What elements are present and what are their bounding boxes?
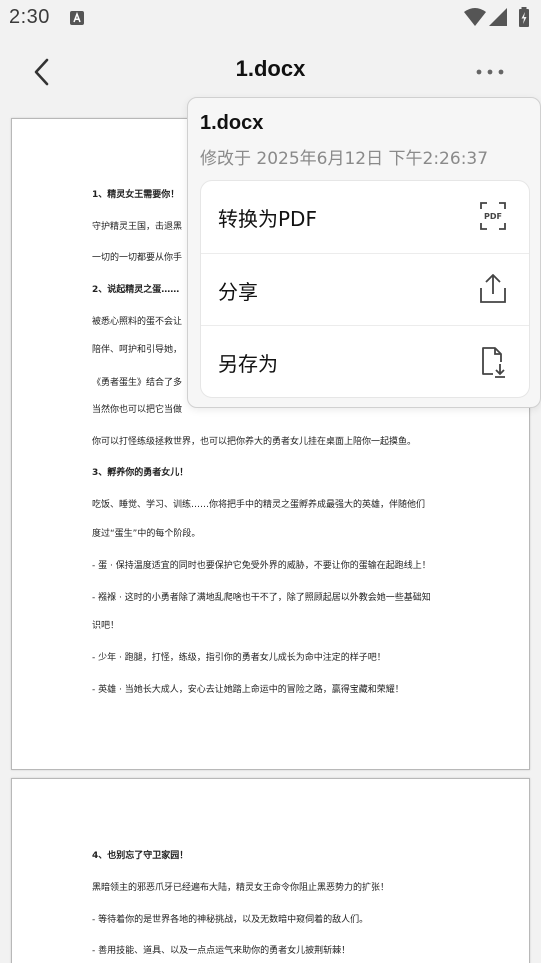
save-as-item[interactable]: 另存为 (201, 325, 529, 397)
menu-item-label: 转换为PDF (218, 207, 317, 231)
doc-heading: 2、说起精灵之蛋…… (92, 285, 180, 295)
doc-heading: 4、也别忘了守卫家园！ (92, 851, 189, 861)
doc-line: 陪伴、呵护和引导她， (92, 345, 183, 355)
document-page-2: 4、也别忘了守卫家园！ 黑暗领主的邪恶爪牙已经遍布大陆，精灵女王命令你阻止黑恶势… (11, 778, 530, 963)
doc-line: 黑暗领主的邪恶爪牙已经遍布大陆，精灵女王命令你阻止黑恶势力的扩张！ (92, 883, 390, 893)
doc-line: 当然你也可以把它当做 (92, 405, 183, 415)
signal-icon (488, 7, 508, 31)
pdf-convert-icon: PDF (477, 199, 509, 237)
menu-actions-card: 转换为PDF PDF 分享 另存为 (200, 180, 530, 398)
menu-file-name: 1.docx (200, 112, 264, 134)
doc-line: 识吧！ (92, 621, 120, 631)
status-bar: 2:30 (0, 0, 541, 36)
doc-line: 守护精灵王国，击退黑 (92, 222, 183, 232)
share-upload-icon (477, 272, 509, 310)
menu-item-label: 分享 (218, 280, 258, 304)
doc-line: - 等待着你的是世界各地的神秘挑战，以及无数暗中窥伺着的敌人们。 (92, 915, 369, 925)
doc-line: 《勇者蛋生》结合了多 (92, 378, 183, 388)
doc-line: - 襁褓 · 这时的小勇者除了满地乱爬啥也干不了，除了照顾起居以外教会她一些基础… (92, 593, 431, 603)
notification-a-icon (70, 10, 84, 29)
file-options-menu: 1.docx 修改于 2025年6月12日 下午2:26:37 转换为PDF P… (187, 97, 541, 408)
doc-line: 你可以打怪练级拯救世界，也可以把你养大的勇者女儿挂在桌面上陪你一起摸鱼。 (92, 437, 417, 447)
doc-line: - 英雄 · 当她长大成人，安心去让她踏上命运中的冒险之路，赢得宝藏和荣耀！ (92, 685, 404, 695)
doc-line: 度过“蛋生”中的每个阶段。 (92, 529, 201, 539)
menu-item-label: 另存为 (218, 352, 278, 376)
doc-line: 被悉心照料的蛋不会让 (92, 317, 183, 327)
more-options-button[interactable] (470, 62, 510, 82)
doc-line: - 善用技能、道具、以及一点点运气来助你的勇者女儿披荆斩棘！ (92, 946, 351, 956)
wifi-icon (463, 7, 487, 31)
doc-line: 吃饭、睡觉、学习、训练……你将把手中的精灵之蛋孵养成最强大的英雄，伴随他们 (92, 500, 426, 510)
doc-line: - 蛋 · 保持温度适宜的同时也要保护它免受外界的威胁，不要让你的蛋输在起跑线上… (92, 561, 431, 571)
doc-line: - 少年 · 跑腿，打怪，练级，指引你的勇者女儿成长为命中注定的样子吧！ (92, 653, 386, 663)
svg-text:PDF: PDF (484, 212, 502, 221)
document-title: 1.docx (235, 56, 306, 81)
doc-line: 一切的一切都要从你手 (92, 253, 183, 263)
status-time: 2:30 (9, 6, 50, 28)
convert-to-pdf-item[interactable]: 转换为PDF PDF (201, 181, 529, 253)
doc-heading: 3、孵养你的勇者女儿！ (92, 468, 189, 478)
menu-modified-time: 修改于 2025年6月12日 下午2:26:37 (200, 149, 489, 169)
save-as-file-icon (477, 344, 509, 382)
more-dots-icon (476, 69, 504, 75)
battery-charging-icon (518, 7, 530, 31)
doc-heading: 1、精灵女王需要你！ (92, 190, 180, 200)
share-item[interactable]: 分享 (201, 253, 529, 326)
